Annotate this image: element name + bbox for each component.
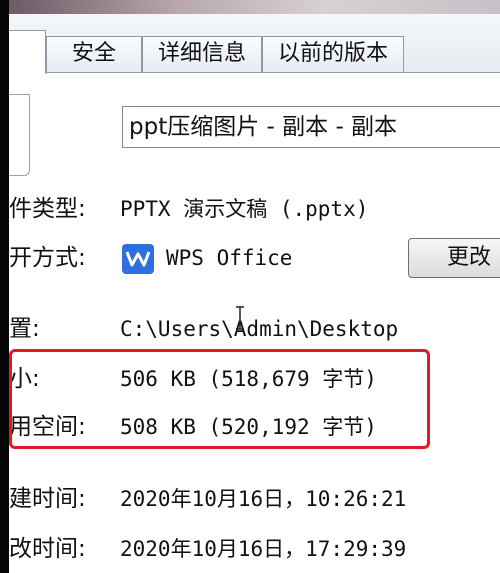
file-name-input[interactable]: ppt压缩图片 - 副本 - 副本	[122, 106, 500, 148]
size-highlight-box	[9, 349, 430, 449]
window-titlebar-edge	[0, 0, 500, 14]
file-icon	[9, 94, 30, 176]
file-name-text: ppt压缩图片 - 副本 - 副本	[129, 114, 398, 140]
tab-label: 详细信息	[157, 41, 246, 66]
tab-panel-border	[46, 72, 500, 73]
location-value[interactable]: C:\Users\Admin\Desktop	[120, 314, 398, 344]
tab-label: 以前的版本	[277, 41, 388, 66]
created-value: 2020年10月16日，10:26:21	[120, 487, 407, 511]
modified-value: 2020年10月16日，17:29:39	[120, 537, 407, 561]
tab-security[interactable]: 安全	[46, 36, 142, 72]
opens-with-label: 开方式:	[9, 245, 86, 271]
change-button[interactable]: 更改	[408, 238, 500, 278]
opens-with-value: WPS Office	[166, 246, 293, 270]
left-edge-border	[0, 0, 9, 573]
text-cursor-icon	[236, 306, 244, 330]
tab-label: 安全	[71, 41, 116, 66]
wps-office-icon	[122, 244, 154, 274]
created-label: 建时间:	[9, 486, 86, 512]
location-label: 置:	[9, 316, 40, 342]
tab-details[interactable]: 详细信息	[142, 36, 262, 72]
tab-previous-versions[interactable]: 以前的版本	[262, 36, 404, 72]
file-type-value: PPTX 演示文稿 (.pptx)	[120, 197, 369, 221]
change-button-label: 更改	[447, 245, 492, 270]
tab-general-active[interactable]	[9, 30, 46, 74]
modified-label: 改时间:	[9, 536, 86, 562]
file-type-label: 件类型:	[9, 196, 86, 222]
